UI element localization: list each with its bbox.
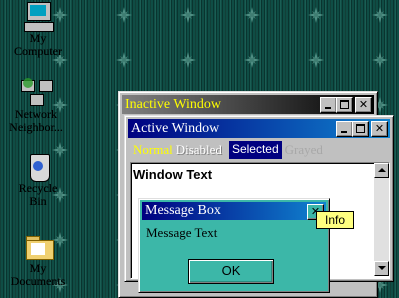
vertical-scrollbar[interactable]	[374, 163, 389, 276]
minimize-icon	[325, 107, 331, 109]
active-maximize-button[interactable]	[352, 121, 369, 137]
active-close-button[interactable]: ✕	[371, 121, 388, 137]
star-tile-icon	[180, 7, 196, 23]
down-arrow-icon	[378, 266, 386, 270]
window-text: Window Text	[133, 167, 213, 182]
active-window-title: Active Window	[131, 120, 220, 136]
menu-item-normal[interactable]: Normal	[130, 141, 176, 159]
inactive-window-title: Inactive Window	[125, 96, 221, 112]
close-icon: ✕	[374, 122, 385, 135]
message-text: Message Text	[146, 225, 218, 240]
computer-icon	[21, 2, 55, 32]
star-tile-icon	[372, 7, 388, 23]
star-tile-icon	[244, 7, 260, 23]
message-box-title: Message Box	[145, 203, 221, 218]
message-box[interactable]: Message Box ✕ Message Text OK	[138, 198, 330, 293]
minimize-icon	[341, 131, 347, 133]
star-tile-icon	[116, 52, 132, 68]
desktop-icon-my-documents[interactable]: My Documents	[8, 232, 68, 288]
inactive-close-button[interactable]: ✕	[355, 97, 372, 113]
folder-icon	[21, 232, 55, 262]
scroll-down-button[interactable]	[374, 261, 389, 276]
star-tile-icon	[116, 7, 132, 23]
recycle-bin-icon	[21, 152, 55, 182]
desktop-icon-my-computer[interactable]: My Computer	[8, 2, 68, 58]
desktop-icon-label: Neighbor...	[9, 120, 63, 134]
maximize-icon	[356, 124, 365, 133]
menu-item-selected[interactable]: Selected	[228, 141, 282, 159]
desktop-icon-label: Computer	[14, 44, 62, 58]
desktop-icon-recycle-bin[interactable]: Recycle Bin	[8, 152, 68, 208]
info-tooltip: Info	[316, 211, 355, 229]
star-tile-icon	[308, 7, 324, 23]
star-tile-icon	[308, 52, 324, 68]
up-arrow-icon	[378, 168, 386, 172]
maximize-icon	[340, 100, 349, 109]
menu-item-disabled: Disabled	[175, 142, 222, 157]
star-tile-icon	[180, 52, 196, 68]
active-minimize-button[interactable]	[336, 121, 353, 137]
close-icon: ✕	[358, 98, 369, 111]
star-tile-icon	[372, 52, 388, 68]
ok-button[interactable]: OK	[188, 259, 274, 284]
desktop-icon-label: Documents	[10, 274, 66, 288]
star-tile-icon	[244, 52, 260, 68]
message-box-titlebar[interactable]: Message Box ✕	[142, 202, 326, 220]
inactive-maximize-button[interactable]	[336, 97, 353, 113]
network-icon	[19, 78, 53, 108]
inactive-window-titlebar[interactable]: Inactive Window ✕	[122, 95, 374, 114]
desktop-icon-label: Bin	[29, 194, 47, 208]
menu-item-grayed: Grayed	[284, 142, 323, 157]
scroll-up-button[interactable]	[374, 163, 389, 178]
inactive-minimize-button[interactable]	[320, 97, 337, 113]
desktop-icon-network-neighborhood[interactable]: Network Neighbor...	[6, 78, 66, 134]
active-window-titlebar[interactable]: Active Window ✕	[128, 119, 390, 138]
active-window-menubar: Normal Disabled Selected Grayed	[130, 141, 326, 159]
